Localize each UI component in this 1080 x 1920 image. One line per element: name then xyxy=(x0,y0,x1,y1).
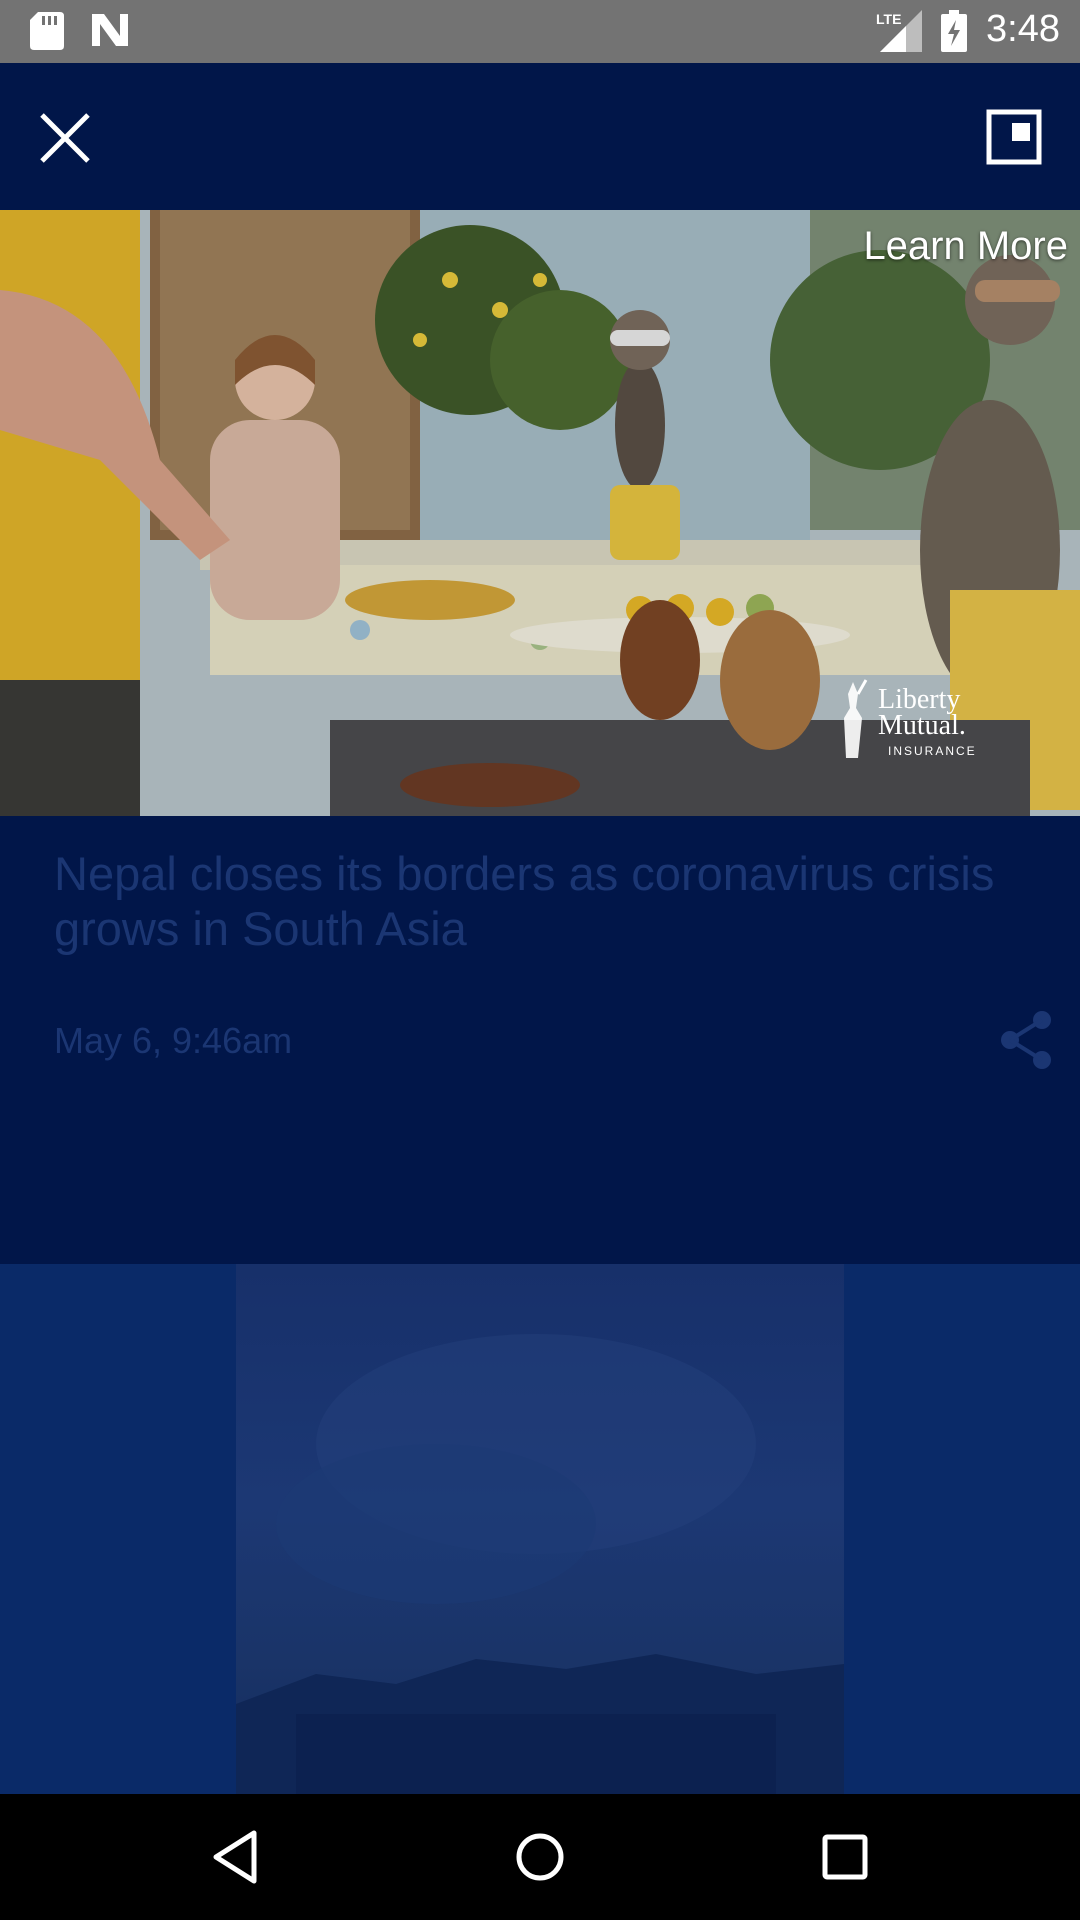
learn-more-button[interactable]: Learn More xyxy=(863,224,1068,269)
article-date: May 6, 9:46am xyxy=(54,1020,293,1061)
home-icon[interactable] xyxy=(515,1829,565,1885)
system-nav-bar xyxy=(0,1794,1080,1920)
article-image[interactable] xyxy=(236,1264,844,1794)
app-bar xyxy=(0,63,1080,210)
article-headline[interactable]: Nepal closes its borders as coronavirus … xyxy=(54,846,1014,956)
back-icon[interactable] xyxy=(210,1829,260,1885)
logo-text-insurance: INSURANCE xyxy=(888,744,977,758)
article-header: Nepal closes its borders as coronavirus … xyxy=(0,816,1080,1264)
recents-icon[interactable] xyxy=(820,1829,870,1885)
article-image-art xyxy=(236,1334,844,1794)
lte-signal-icon: LTE xyxy=(876,10,922,52)
share-icon[interactable] xyxy=(998,1010,1054,1070)
article-image-container xyxy=(0,1264,1080,1794)
battery-charging-icon xyxy=(941,10,967,52)
sd-card-icon xyxy=(30,12,64,50)
picture-in-picture-icon[interactable] xyxy=(986,109,1042,165)
n-notification-icon xyxy=(92,14,128,46)
svg-text:LTE: LTE xyxy=(876,11,901,27)
statue-of-liberty-icon xyxy=(844,679,868,758)
advertiser-logo: Liberty Mutual. INSURANCE xyxy=(828,678,978,768)
status-clock: 3:48 xyxy=(986,8,1060,50)
status-bar: LTE 3:48 xyxy=(0,0,1080,63)
close-icon[interactable] xyxy=(36,109,94,167)
logo-text-mutual: Mutual. xyxy=(878,710,966,741)
video-ad-player[interactable]: Learn More Liberty Mutual. INSURANCE xyxy=(0,210,1080,816)
